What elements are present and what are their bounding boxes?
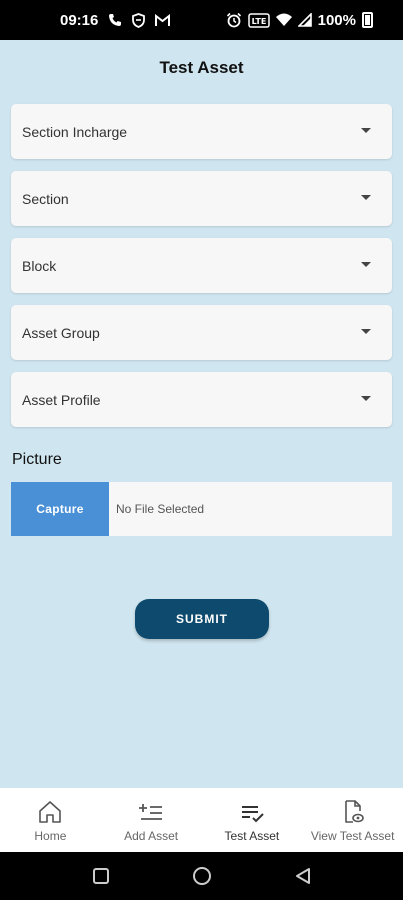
dropdown-label: Asset Group	[22, 324, 100, 341]
gmail-icon	[155, 13, 171, 27]
nav-label-home: Home	[34, 829, 67, 843]
dropdown-label: Block	[22, 257, 57, 274]
home-system-button[interactable]	[178, 852, 226, 900]
picture-label: Picture	[12, 451, 62, 468]
asset-profile-dropdown[interactable]: Asset Profile	[11, 372, 392, 427]
add-list-icon	[139, 804, 163, 820]
back-icon	[296, 868, 310, 884]
capture-button[interactable]: Capture	[11, 482, 109, 536]
nav-item-add-asset[interactable]: Add Asset	[101, 788, 202, 852]
wifi-icon	[275, 13, 292, 27]
nav-item-home[interactable]: Home	[0, 788, 101, 852]
nav-label-add-asset: Add Asset	[124, 829, 179, 843]
section-incharge-dropdown[interactable]: Section Incharge	[11, 104, 392, 159]
back-button[interactable]	[279, 852, 327, 900]
submit-button[interactable]: SUBMIT	[135, 599, 269, 639]
recents-button[interactable]	[77, 852, 125, 900]
status-time: 09:16	[60, 11, 99, 29]
asset-group-dropdown[interactable]: Asset Group	[11, 305, 392, 360]
block-dropdown[interactable]: Block	[11, 238, 392, 293]
section-dropdown[interactable]: Section	[11, 171, 392, 226]
status-bar: 09:16 LTE 100%	[0, 0, 403, 40]
signal-icon	[297, 13, 312, 27]
nav-label-test-asset: Test Asset	[224, 829, 280, 843]
dropdown-label: Section Incharge	[22, 123, 128, 140]
bottom-nav: Home Add Asset Test Asset View Test Asse…	[0, 788, 403, 852]
nav-item-view-test-asset[interactable]: View Test Asset	[302, 788, 403, 852]
svg-text:LTE: LTE	[251, 17, 266, 26]
phone-wifi-icon	[108, 13, 122, 27]
system-nav-bar	[0, 852, 403, 900]
chevron-down-icon	[361, 195, 371, 200]
dropdown-label: Section	[22, 190, 69, 207]
page-title: Test Asset	[159, 58, 244, 77]
chevron-down-icon	[361, 396, 371, 401]
checklist-icon	[241, 806, 264, 823]
file-picker: Capture No File Selected	[11, 482, 392, 536]
file-status: No File Selected	[116, 502, 205, 516]
home-icon	[39, 801, 62, 823]
chevron-down-icon	[361, 329, 371, 334]
battery-icon	[362, 12, 373, 28]
view-document-icon	[344, 800, 364, 823]
battery-percent: 100%	[317, 11, 356, 29]
dropdown-label: Asset Profile	[22, 391, 101, 408]
chevron-down-icon	[361, 128, 371, 133]
volte-icon: LTE	[247, 12, 270, 28]
shield-icon	[132, 12, 146, 28]
nav-label-view-test-asset: View Test Asset	[310, 829, 395, 843]
alarm-icon	[226, 12, 242, 28]
chevron-down-icon	[361, 262, 371, 267]
nav-item-test-asset[interactable]: Test Asset	[202, 788, 303, 852]
home-circle-icon	[193, 867, 211, 885]
recents-icon	[93, 868, 109, 884]
